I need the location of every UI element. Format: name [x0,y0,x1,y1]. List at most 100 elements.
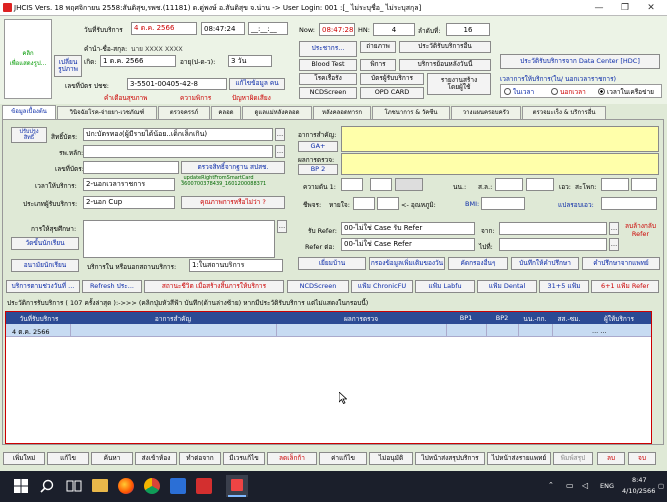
pulse-field[interactable] [353,197,375,210]
refer-from-browse-button[interactable]: … [609,222,619,235]
col-height[interactable]: สส.-ซม. [552,314,586,324]
hearing-problem-label[interactable]: ปัญหาผิดเสียง [232,93,271,103]
tab-postnatal-baby[interactable]: หลังคลอดทารก [313,106,371,119]
hip-field[interactable] [631,178,657,191]
ncd-screen-button[interactable]: NCDScreen [299,87,357,99]
take-photo-button[interactable]: ถ่ายภาพ [360,41,396,53]
radio-in-time[interactable] [504,88,511,95]
right-field[interactable]: ปก:บัตรทอง(ผู้มีรายได้น้อย..เด็กเล็กเกิน… [83,128,273,141]
home-visit-button[interactable]: เยี่ยมบ้าน [298,257,366,270]
doctor-consult-button[interactable]: คำปรึกษาจากแพทย์ [582,257,660,270]
right-browse-button[interactable]: … [275,128,285,141]
health-warning-label[interactable]: คำเตือนสุขภาพ [104,93,147,103]
tab-basic-info[interactable]: ข้อมูลเบื้องต้น [2,105,56,119]
bp1-sys-field[interactable] [341,178,363,191]
volume-icon[interactable]: ◁ [582,481,588,490]
resp-field[interactable] [377,197,399,210]
search-button[interactable]: ค้นหา [91,452,133,465]
service-by-date-button[interactable]: บริการตามช่วงวันที่ ... [6,280,80,293]
tab-31-5-files[interactable]: 31+5 แฟ้ม [539,280,589,293]
radio-out-time[interactable] [551,88,558,95]
chronic-disease-button[interactable]: โรคเรื้อรัง [299,73,357,85]
tab-antenatal[interactable]: ตรวจครรภ์ [158,106,210,119]
bp2-button[interactable]: BP 2 [298,164,338,175]
tab-chronicfu[interactable]: แฟ้ม ChronicFU [351,280,413,293]
clock-date[interactable]: 4/10/2566 [622,487,655,495]
col-bp2[interactable]: BP2 [486,314,518,322]
table-row[interactable]: 4 ต.ค. 2566 ... ... [6,324,651,337]
hdc-history-button[interactable]: ประวัติรับบริการจาก Data Center [HDC] [500,54,660,69]
service-card-button[interactable]: บัตรผู้รับบริการ [360,73,424,85]
tab-delivery[interactable]: คลอด [211,106,241,119]
patient-photo[interactable]: คลิก เพื่อแสดงรูป... [4,19,52,99]
refer-to-browse-button[interactable]: … [609,238,619,251]
population-button[interactable]: ประชากร... [299,41,357,57]
windows-start-icon[interactable] [14,479,28,493]
fix-button[interactable]: ค่าแก้ไข [319,452,367,465]
waist-field[interactable] [601,178,629,191]
change-photo-button[interactable]: เปลี่ยน รูปภาพ [54,55,82,77]
tab-family-planning[interactable]: วางแผนครอบครัว [451,106,521,119]
weight-field[interactable] [526,178,554,191]
tab-cancer-screening[interactable]: ตรวจมะเร็ง & บริการอื่น [522,106,606,119]
refresh-history-button[interactable]: Refresh ประ... [82,280,142,293]
health-edu-field[interactable] [83,220,275,258]
task-view-icon[interactable] [66,479,82,493]
reduce-button[interactable]: ลดเล็กก้า [267,452,317,465]
doctor-list-button[interactable]: ไปหน้าส่งรายแพทย์ [487,452,551,465]
main-hospital-field[interactable] [83,145,273,158]
edit-person-button[interactable]: แก้ไขข้อมูล คน [229,78,285,90]
height-field[interactable] [495,178,523,191]
shift-edit-button[interactable]: มีเวรแก้ไข [223,452,265,465]
maximize-button[interactable]: ❐ [612,1,638,15]
edit-button[interactable]: แก้ไข [47,452,89,465]
disapprove-button[interactable]: ไม่อนุมัติ [369,452,413,465]
col-provider[interactable]: ผู้ให้บริการ [586,314,652,324]
update-right-button[interactable]: ปรับปรุง สิทธิ์ [11,127,47,143]
file-explorer-icon[interactable] [92,479,108,492]
cancel-refer-label[interactable]: ลบล้างกลับ Refer [625,222,656,239]
refer-out-select[interactable]: 00-ไม่ใช่ Case Refer [341,238,475,251]
tab-diagnosis[interactable]: วินิจฉัยโรค-จ่ายยา-เวชภัณฑ์ [57,106,157,119]
minimize-button[interactable]: — [586,1,612,15]
complaint-field[interactable] [341,126,659,152]
tab-labfu[interactable]: แฟ้ม Labfu [415,280,475,293]
ga-button[interactable]: GA+ [298,141,338,152]
health-edu-browse-button[interactable]: … [277,220,287,233]
firefox-icon[interactable] [118,478,134,494]
tab-6-1-refer[interactable]: 6+1 แฟ้ม Refer [591,280,659,293]
visit-date-field[interactable]: 4 ต.ค. 2566 [131,22,197,35]
card-no-field[interactable] [83,161,179,174]
tab-dental[interactable]: แฟ้ม Dental [477,280,537,293]
time-blank-field[interactable]: __:__:__ [248,22,288,35]
service-retro-button[interactable]: บริการย้อนหลังวันนี้ [399,59,491,71]
visit-time-field[interactable]: 08:47:24 [201,22,245,35]
disabled-button[interactable]: พิการ [360,59,396,71]
counseling-button[interactable]: บันทึกให้คำปรึกษา [511,257,579,270]
user-report-button[interactable]: รายงานสร้าง โดยผู้ใช้ [427,73,491,95]
chrome-icon[interactable] [144,478,160,494]
jhcis-taskbar-icon[interactable] [226,475,248,497]
opd-card-button[interactable]: OPD CARD [360,87,424,99]
col-exam[interactable]: ผลการตรวจ [276,314,446,324]
service-place-select[interactable]: 1:ในสถานบริการ [189,259,283,272]
app-icon[interactable] [170,478,186,494]
other-screening-button[interactable]: คัดกรองอื่นๆ [448,257,508,270]
disability-label[interactable]: ความพิการ [180,93,211,103]
extra-screening-button[interactable]: กรองข้อมูลเพิ่มเติมของวัน [369,257,445,270]
send-to-room-button[interactable]: ส่งเข้าห้อง [135,452,177,465]
check-nhso-button[interactable]: ตรวจสิทธิ์จากฐาน สปสช. [181,161,285,174]
service-time-select[interactable]: 2-นอกเวลาราชการ [83,178,175,191]
close-window-button[interactable]: ✕ [638,1,664,15]
client-type-select[interactable]: 2-นอก Cup [83,196,175,209]
delete-button[interactable]: ลบ [597,452,625,465]
quality-button[interactable]: คุณภาพการหรือไม่ว่า ? [181,196,285,209]
notification-icon[interactable]: ▢ [658,482,664,490]
add-new-button[interactable]: เพิ่มใหม่ [3,452,45,465]
refer-in-select[interactable]: 00-ไม่ใช่ Case รับ Refer [341,222,475,235]
tab-postpartum-mother[interactable]: ดูแลแม่หลังคลอด [242,106,312,119]
col-bp1[interactable]: BP1 [446,314,486,322]
blood-test-button[interactable]: Blood Test [299,59,357,71]
student-measure-button[interactable]: วัดขั้นนักเรียน [11,237,79,250]
search-icon[interactable] [40,479,54,493]
